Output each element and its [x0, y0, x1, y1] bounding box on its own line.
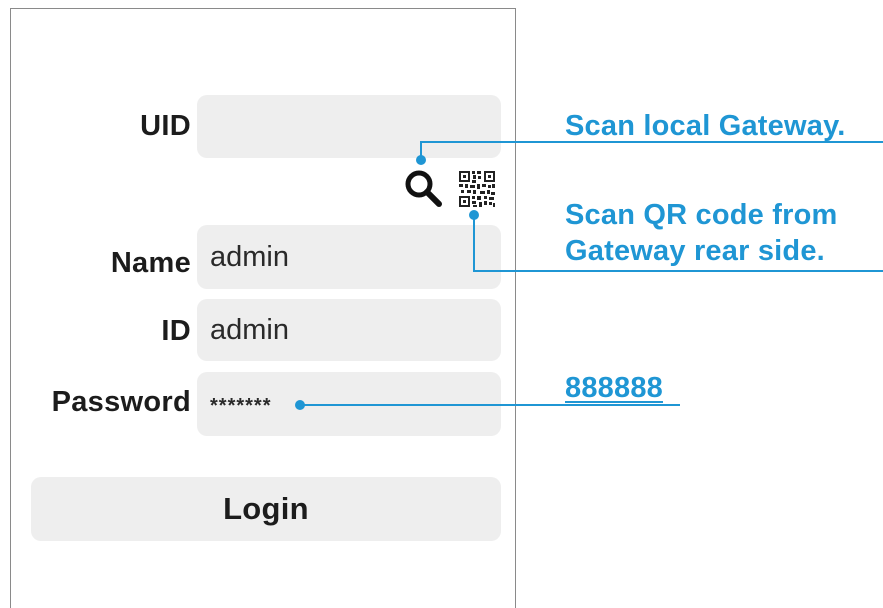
login-button[interactable]: Login [31, 477, 501, 541]
password-mask: ******* [210, 394, 272, 417]
name-input[interactable]: admin [197, 225, 501, 289]
scan-local-gateway-note: Scan local Gateway. [565, 110, 846, 142]
password-label: Password [51, 386, 191, 418]
id-input[interactable]: admin [197, 299, 501, 361]
qr-code-icon[interactable] [458, 170, 496, 208]
uid-label: UID [140, 110, 191, 142]
name-label: Name [110, 247, 191, 279]
password-input[interactable]: ******* [197, 372, 501, 436]
scan-qr-note-line1: Scan QR code from [565, 199, 838, 231]
id-label: ID [161, 315, 191, 347]
scan-qr-note-line2: Gateway rear side. [565, 235, 825, 267]
uid-input[interactable] [197, 95, 501, 158]
search-icon[interactable] [403, 168, 443, 208]
default-password-note: 888888 [565, 372, 663, 404]
